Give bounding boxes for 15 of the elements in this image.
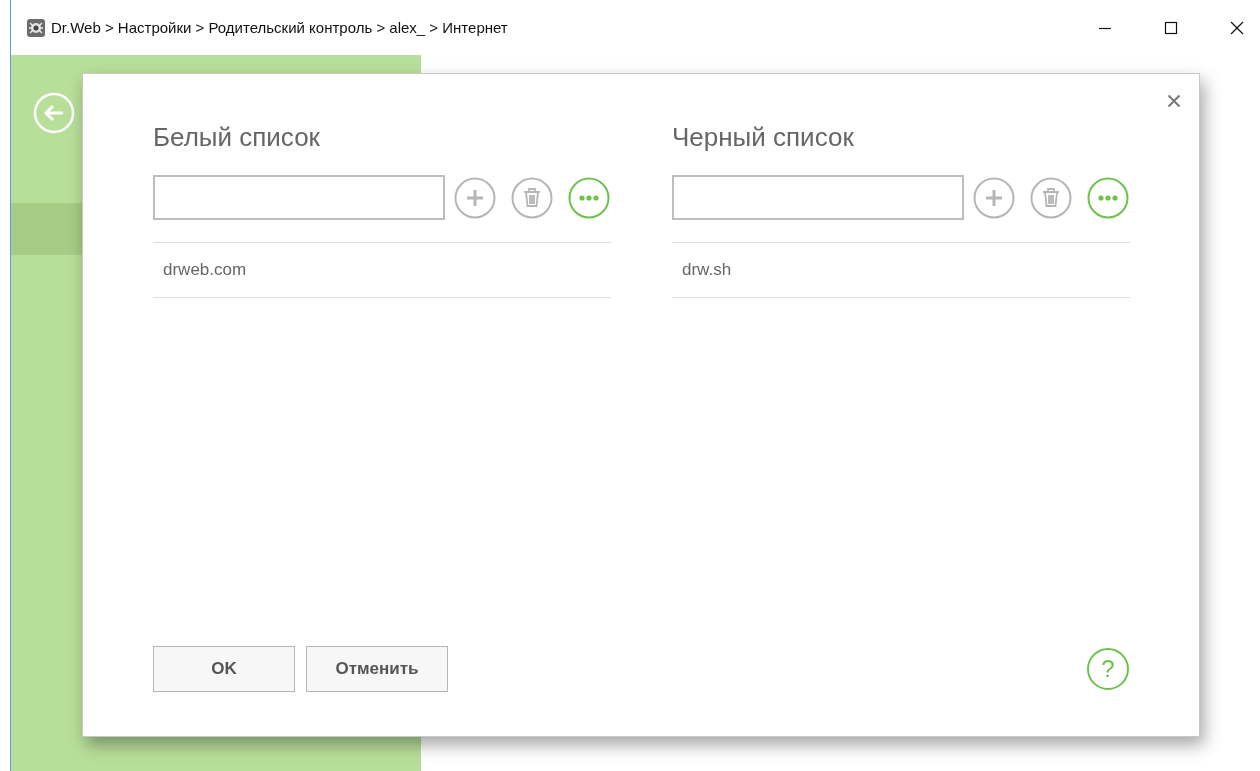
list-heading: Белый список [153,122,321,154]
close-icon[interactable] [1230,20,1244,35]
input-field[interactable] [153,175,445,220]
back-icon[interactable] [33,92,75,134]
maximize-icon[interactable] [1164,20,1178,35]
more-button[interactable] [1087,176,1129,219]
list-item[interactable]: drweb.com [153,243,611,298]
app-icon [27,18,45,37]
cancel-button[interactable]: Отменить [306,646,448,692]
list-item[interactable]: drw.sh [672,243,1130,298]
window-title: Dr.Web > Настройки > Родительский контроль > alex_ > Интернет [51,19,508,36]
input-field[interactable] [672,175,964,220]
list-heading: Черный список [672,122,855,154]
more-button[interactable] [568,176,610,219]
ok-button[interactable]: OK [153,646,295,692]
